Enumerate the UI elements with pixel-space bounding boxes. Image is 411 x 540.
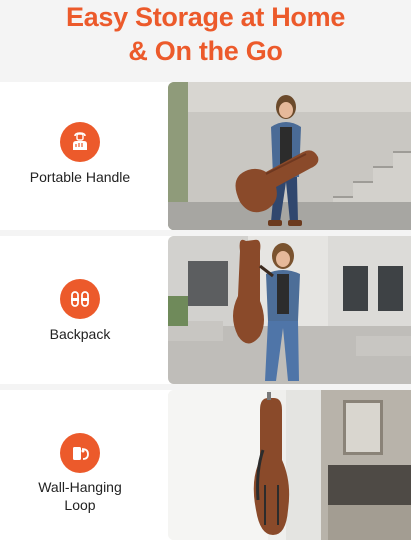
hand-holding-case-icon — [60, 122, 100, 162]
feature-portable-handle: Portable Handle — [0, 82, 168, 230]
feature-label-line-2: Loop — [64, 497, 96, 513]
hanging-loop-icon — [60, 433, 100, 473]
title-line-1: Easy Storage at Home — [65, 2, 346, 32]
feature-panel-wall-hanging-loop: Wall-Hanging Loop — [0, 390, 411, 540]
title-line-2: & On the Go — [128, 36, 283, 66]
feature-label: Backpack — [49, 326, 111, 342]
feature-label: Wall-Hanging Loop — [0, 478, 160, 514]
photo-guitar-case-hanging-on-wall — [168, 390, 411, 540]
photo-man-carrying-guitar-case — [168, 82, 411, 230]
backpack-straps-icon — [60, 279, 100, 319]
feature-backpack: Backpack — [0, 236, 168, 384]
feature-wall-hanging-loop: Wall-Hanging Loop — [0, 390, 168, 540]
feature-panel-backpack: Backpack — [0, 236, 411, 384]
feature-label-line-1: Wall-Hanging — [38, 479, 122, 495]
feature-label: Portable Handle — [29, 169, 131, 185]
feature-panel-portable-handle: Portable Handle — [0, 82, 411, 230]
photo-man-wearing-guitar-backpack — [168, 236, 411, 384]
